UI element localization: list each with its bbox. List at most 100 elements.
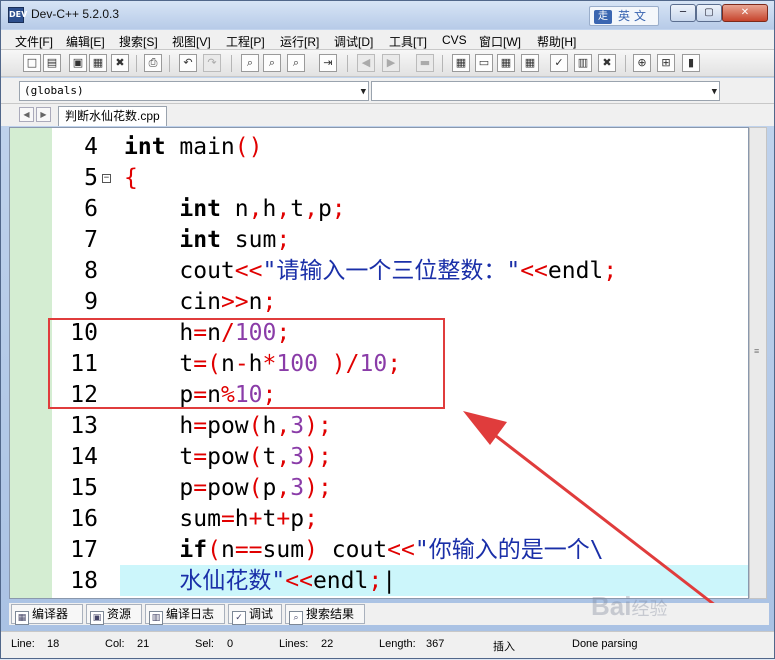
menu-project[interactable]: 工程[P] — [226, 33, 265, 50]
code-line: 13 h=pow(h,3); — [10, 411, 748, 442]
tab-resources[interactable]: ▣ 资源 — [86, 604, 142, 625]
compile-icon[interactable]: ▦ — [452, 54, 470, 72]
save-all-icon[interactable]: ▦ — [89, 54, 107, 72]
tab-compile-log[interactable]: ▥ 编译日志 — [145, 604, 225, 625]
status-sel-label: Sel: — [195, 638, 214, 650]
compile-run-icon[interactable]: ▦ — [497, 54, 515, 72]
fold-toggle-icon[interactable]: − — [102, 174, 111, 183]
ime-logo-icon: 走 — [594, 9, 612, 24]
menu-run[interactable]: 运行[R] — [280, 33, 319, 50]
redo-icon[interactable]: ↷ — [203, 54, 221, 72]
app-icon: DEV — [8, 7, 27, 23]
scrollbar-grip-icon: ≡ — [754, 346, 760, 356]
project-remove-icon[interactable]: ▮ — [682, 54, 700, 72]
forward-icon[interactable]: ▶ — [382, 54, 400, 72]
watermark-logo: Bai经验 — [591, 591, 667, 624]
member-combo[interactable]: ▼ — [371, 81, 720, 101]
line-number: 18 — [70, 568, 98, 594]
maximize-button[interactable]: ▢ — [696, 4, 722, 22]
status-parse-state: Done parsing — [572, 638, 638, 650]
status-col-label: Col: — [105, 638, 125, 650]
run-icon[interactable]: ▭ — [475, 54, 493, 72]
code-text: int main() — [124, 134, 263, 160]
line-number: 16 — [70, 506, 98, 532]
back-icon[interactable]: ◀ — [357, 54, 375, 72]
project-new-icon[interactable]: ⊕ — [633, 54, 651, 72]
search-icon: ⌕ — [289, 611, 303, 625]
line-number: 8 — [84, 258, 98, 284]
goto-line-icon[interactable]: ⇥ — [319, 54, 337, 72]
scope-combo[interactable]: (globals) ▼ — [19, 81, 369, 101]
compile-log-icon: ▥ — [149, 611, 163, 625]
menu-view[interactable]: 视图[V] — [172, 33, 211, 50]
bookmark-icon[interactable]: ▬ — [416, 54, 434, 72]
menu-debug[interactable]: 调试[D] — [334, 33, 373, 50]
title-bar: DEV Dev-C++ 5.2.0.3 走英文 ─ ▢ ✕ — [1, 1, 774, 29]
code-line: 9 cin>>n; — [10, 287, 748, 318]
code-line: 6 int n,h,t,p; — [10, 194, 748, 225]
find-icon[interactable]: ⌕ — [241, 54, 259, 72]
code-line: 5 − { — [10, 163, 748, 194]
rebuild-icon[interactable]: ▦ — [521, 54, 539, 72]
close-file-icon[interactable]: ✖ — [111, 54, 129, 72]
watermark-suffix: 经验 — [631, 599, 668, 619]
close-button[interactable]: ✕ — [722, 4, 768, 22]
status-line-label: Line: — [11, 638, 35, 650]
save-icon[interactable]: ▣ — [69, 54, 87, 72]
menu-window[interactable]: 窗口[W] — [479, 33, 521, 50]
menu-search[interactable]: 搜索[S] — [119, 33, 158, 50]
vertical-scrollbar[interactable]: ≡ — [749, 127, 767, 599]
menu-tools[interactable]: 工具[T] — [389, 33, 427, 50]
compiler-icon: ▦ — [15, 611, 29, 625]
tab-debug[interactable]: ✓ 调试 — [228, 604, 282, 625]
minimize-button[interactable]: ─ — [670, 4, 696, 22]
menu-file[interactable]: 文件[F] — [15, 33, 53, 50]
tab-scroll-right-icon[interactable]: ▶ — [36, 107, 51, 122]
watermark-text: Bai — [591, 591, 632, 621]
toolbar-separator — [442, 55, 443, 72]
tab-scroll-left-icon[interactable]: ◀ — [19, 107, 34, 122]
status-line-value: 18 — [47, 638, 60, 650]
tab-debug-label: 调试 — [249, 607, 274, 621]
devcpp-window: DEV Dev-C++ 5.2.0.3 走英文 ─ ▢ ✕ 文件[F] 编辑[E… — [0, 0, 775, 659]
line-number: 7 — [84, 227, 98, 253]
new-file-icon[interactable]: □ — [23, 54, 41, 72]
print-icon[interactable]: ⎙ — [144, 54, 162, 72]
check-syntax-icon[interactable]: ✓ — [550, 54, 568, 72]
menu-edit[interactable]: 编辑[E] — [66, 33, 105, 50]
tab-compile-log-label: 编译日志 — [166, 607, 215, 621]
menu-bar: 文件[F] 编辑[E] 搜索[S] 视图[V] 工程[P] 运行[R] 调试[D… — [1, 30, 774, 50]
line-number: 6 — [84, 196, 98, 222]
chart-icon[interactable]: ▥ — [574, 54, 592, 72]
status-length-label: Length: — [379, 638, 416, 650]
ime-indicator[interactable]: 走英文 — [589, 6, 659, 26]
status-insert-mode: 插入 — [493, 641, 515, 653]
stop-icon[interactable]: ✖ — [598, 54, 616, 72]
code-text: int sum; — [179, 227, 291, 253]
debug-check-icon: ✓ — [232, 611, 246, 625]
tab-search-results[interactable]: ⌕ 搜索结果 — [285, 604, 365, 625]
toolbar-separator — [136, 55, 137, 72]
code-text: if(n==sum) cout<<"你输入的是一个\ — [179, 537, 604, 563]
open-file-icon[interactable]: ▤ — [43, 54, 61, 72]
scope-combo-value: (globals) — [24, 84, 84, 97]
replace-icon[interactable]: ⌕ — [263, 54, 281, 72]
menu-cvs[interactable]: CVS — [442, 33, 467, 47]
class-browser-bar: (globals) ▼ ▼ — [1, 78, 774, 104]
undo-icon[interactable]: ↶ — [179, 54, 197, 72]
find-next-icon[interactable]: ⌕ — [287, 54, 305, 72]
project-add-icon[interactable]: ⊞ — [657, 54, 675, 72]
toolbar-separator — [231, 55, 232, 72]
code-text: h=pow(h,3); — [124, 413, 332, 439]
annotation-highlight-box — [48, 318, 445, 409]
menu-help[interactable]: 帮助[H] — [537, 33, 576, 50]
code-line: 16 sum=h+t+p; — [10, 504, 748, 535]
code-line: 7 int sum; — [10, 225, 748, 256]
code-text: int n,h,t,p; — [179, 196, 346, 222]
main-toolbar: □ ▤ ▣ ▦ ✖ ⎙ ↶ ↷ ⌕ ⌕ ⌕ ⇥ ◀ ▶ ▬ ▦ ▭ ▦ ▦ ✓ … — [1, 50, 774, 77]
toolbar-separator — [625, 55, 626, 72]
tab-current-file[interactable]: 判断水仙花数.cpp — [58, 106, 167, 126]
resources-icon: ▣ — [90, 611, 104, 625]
tab-compiler[interactable]: ▦ 编译器 — [11, 604, 83, 625]
code-line: 4 int main() — [10, 132, 748, 163]
